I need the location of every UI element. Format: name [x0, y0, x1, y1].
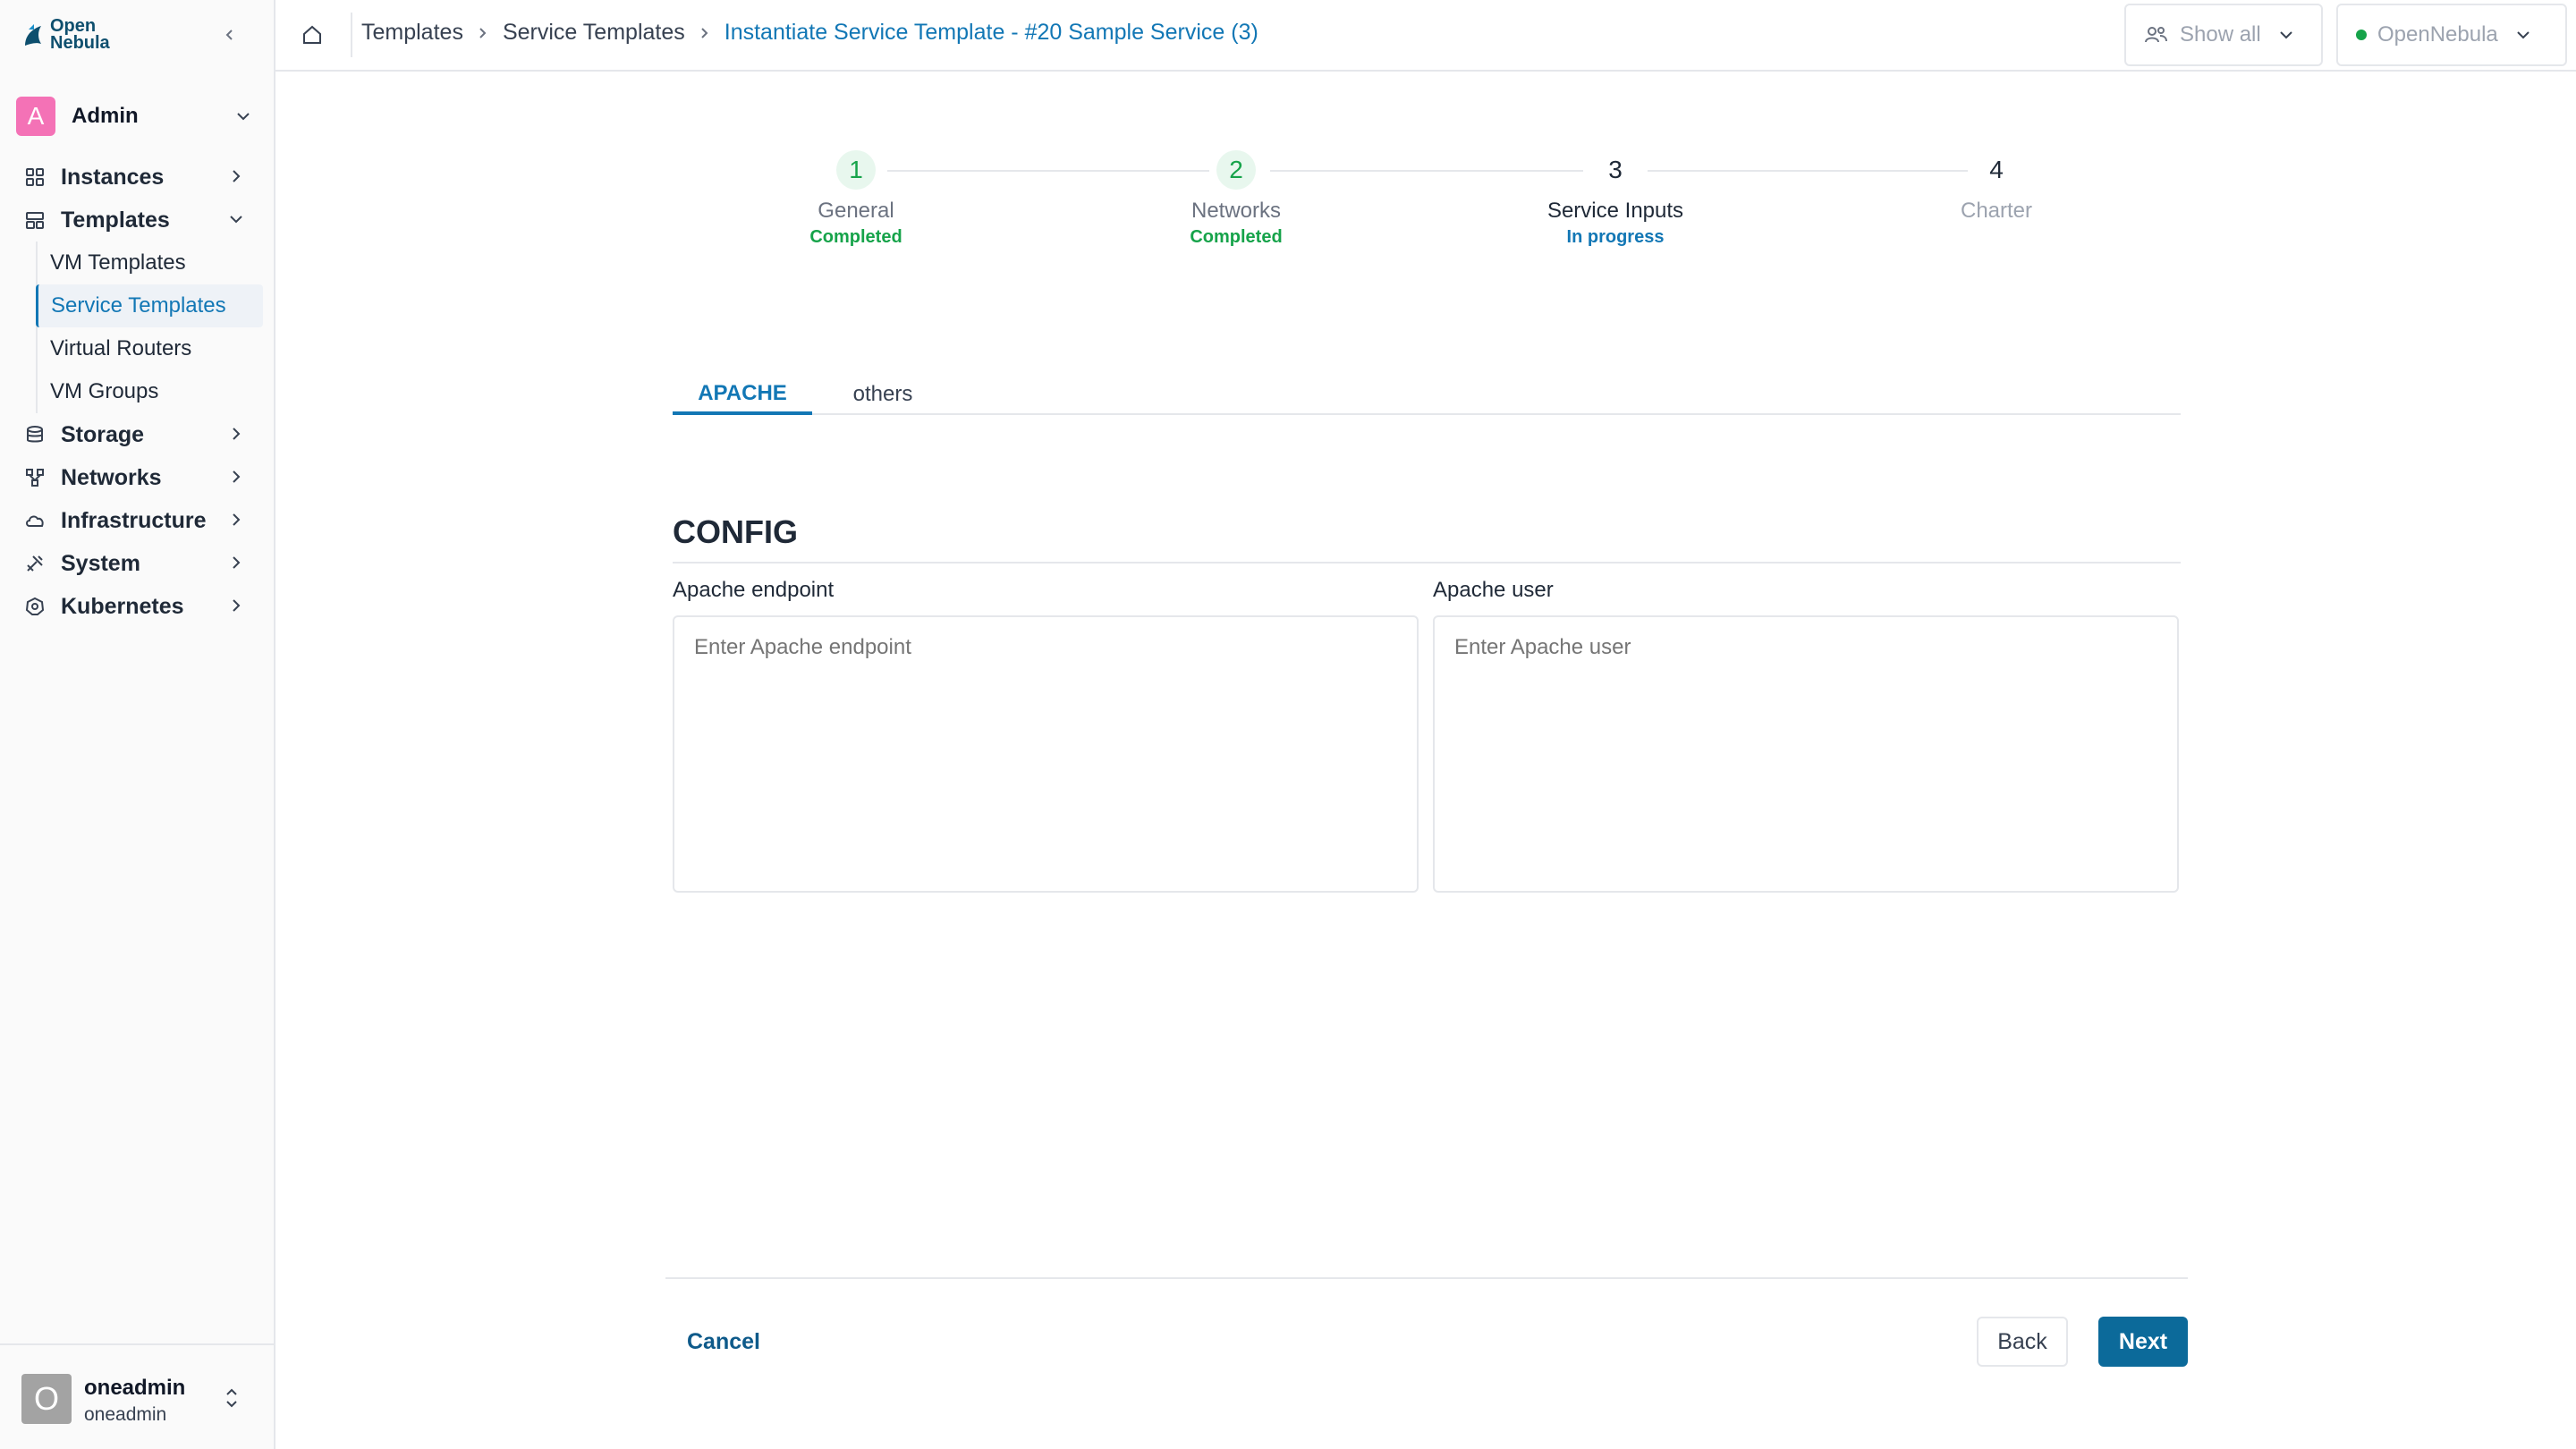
sidebar-item-networks[interactable]: Networks — [0, 456, 275, 499]
home-button[interactable] — [295, 18, 329, 52]
apache-user-label: Apache user — [1433, 578, 1554, 602]
group-name: Admin — [72, 104, 139, 128]
chevron-right-icon — [233, 599, 241, 612]
stepper: 1 General Completed 2 Networks Completed… — [673, 150, 2190, 258]
step-number: 1 — [836, 150, 876, 190]
chevron-right-icon — [476, 26, 490, 40]
tab-apache[interactable]: APACHE — [673, 376, 812, 415]
breadcrumb-service-templates[interactable]: Service Templates — [503, 20, 685, 46]
apache-endpoint-label: Apache endpoint — [673, 578, 835, 602]
sidebar-item-instances[interactable]: Instances — [0, 156, 275, 199]
sidebar-item-vm-templates[interactable]: VM Templates — [38, 242, 263, 284]
chevron-down-icon — [2517, 31, 2529, 39]
breadcrumb-current: Instantiate Service Template - #20 Sampl… — [724, 20, 1258, 45]
chevron-down-icon — [237, 113, 250, 121]
group-selector[interactable]: A Admin — [16, 97, 259, 136]
back-button[interactable]: Back — [1977, 1317, 2068, 1367]
filter-label: Show all — [2180, 22, 2261, 47]
user-avatar: O — [21, 1374, 72, 1424]
sidebar-item-templates[interactable]: Templates — [0, 199, 275, 242]
step-status: Completed — [809, 227, 902, 247]
footer-divider — [665, 1277, 2188, 1279]
breadcrumb: Templates Service Templates Instantiate … — [361, 20, 1258, 46]
step-service-inputs[interactable]: 3 Service Inputs In progress — [1481, 150, 1750, 248]
chevron-right-icon — [233, 556, 241, 569]
database-icon — [23, 423, 47, 446]
grid-icon — [23, 165, 47, 189]
logo-icon — [25, 24, 41, 46]
chevron-right-icon — [233, 513, 241, 526]
step-label: Charter — [1960, 199, 2033, 223]
sidebar: Open Nebula A Admin Instances Templates … — [0, 0, 275, 1449]
chevron-down-icon — [230, 216, 242, 224]
opennebula-logo[interactable]: Open Nebula — [21, 17, 110, 53]
sidebar-item-label: Infrastructure — [61, 507, 207, 533]
sidebar-item-infrastructure[interactable]: Infrastructure — [0, 499, 275, 542]
logo-text-nebula: Nebula — [50, 33, 110, 53]
sidebar-item-storage[interactable]: Storage — [0, 413, 275, 456]
cloud-icon — [23, 509, 47, 532]
kubernetes-icon — [23, 595, 47, 618]
network-icon — [23, 466, 47, 489]
topbar: Templates Service Templates Instantiate … — [275, 0, 2576, 72]
filter-select[interactable]: Show all — [2124, 4, 2323, 66]
sidebar-nav: Instances Templates VM Templates Service… — [0, 156, 275, 628]
sidebar-item-label: Storage — [61, 421, 145, 447]
status-dot — [2356, 30, 2367, 40]
sidebar-item-service-templates[interactable]: Service Templates — [36, 284, 263, 327]
role-tabs: APACHE others — [673, 376, 2181, 415]
zone-label: OpenNebula — [2377, 22, 2498, 47]
user-name: oneadmin — [84, 1376, 186, 1400]
section-divider — [673, 562, 2181, 564]
users-icon — [2145, 27, 2167, 43]
sidebar-item-kubernetes[interactable]: Kubernetes — [0, 585, 275, 628]
step-number: 4 — [1989, 156, 2004, 183]
step-networks[interactable]: 2 Networks Completed — [1102, 150, 1370, 248]
apache-endpoint-field[interactable] — [673, 615, 1419, 893]
step-label: General — [818, 199, 894, 223]
step-label: Networks — [1191, 199, 1282, 223]
sidebar-item-label: System — [61, 550, 140, 576]
chevron-right-icon — [233, 470, 241, 483]
sidebar-item-label: Kubernetes — [61, 593, 184, 619]
sidebar-item-virtual-routers[interactable]: Virtual Routers — [38, 327, 263, 370]
collapse-sidebar-button[interactable] — [215, 20, 245, 50]
group-avatar: A — [16, 97, 55, 136]
step-general[interactable]: 1 General Completed — [722, 150, 990, 248]
home-icon — [303, 25, 321, 44]
step-label: Service Inputs — [1546, 199, 1684, 223]
tools-icon — [23, 552, 47, 575]
breadcrumb-divider — [351, 13, 352, 57]
sidebar-item-system[interactable]: System — [0, 542, 275, 585]
breadcrumb-templates[interactable]: Templates — [361, 20, 463, 46]
tab-others[interactable]: others — [834, 376, 932, 413]
templates-submenu: VM Templates Service Templates Virtual R… — [36, 242, 275, 413]
step-number: 3 — [1608, 156, 1623, 183]
step-status: In progress — [1566, 227, 1665, 247]
cancel-button[interactable]: Cancel — [673, 1317, 775, 1367]
user-group: oneadmin — [84, 1404, 167, 1425]
chevron-updown-icon[interactable] — [224, 1385, 240, 1411]
sidebar-item-vm-groups[interactable]: VM Groups — [38, 370, 263, 413]
user-menu[interactable]: O oneadmin oneadmin — [0, 1343, 274, 1449]
zone-select[interactable]: OpenNebula — [2336, 4, 2567, 66]
sidebar-item-label: Networks — [61, 464, 162, 490]
template-icon — [23, 208, 47, 232]
apache-user-field[interactable] — [1433, 615, 2179, 893]
chevron-right-icon — [698, 26, 712, 40]
chevron-down-icon — [2280, 31, 2292, 39]
chevron-right-icon — [233, 170, 241, 182]
step-number: 2 — [1216, 150, 1256, 190]
sidebar-item-label: Instances — [61, 164, 165, 190]
chevron-right-icon — [233, 428, 241, 440]
step-charter[interactable]: 4 Charter — [1862, 150, 2131, 224]
chevron-left-icon — [225, 30, 233, 40]
step-status: Completed — [1190, 227, 1283, 247]
section-title: CONFIG — [673, 513, 798, 550]
sidebar-item-label: Templates — [61, 207, 170, 233]
next-button[interactable]: Next — [2098, 1317, 2188, 1367]
